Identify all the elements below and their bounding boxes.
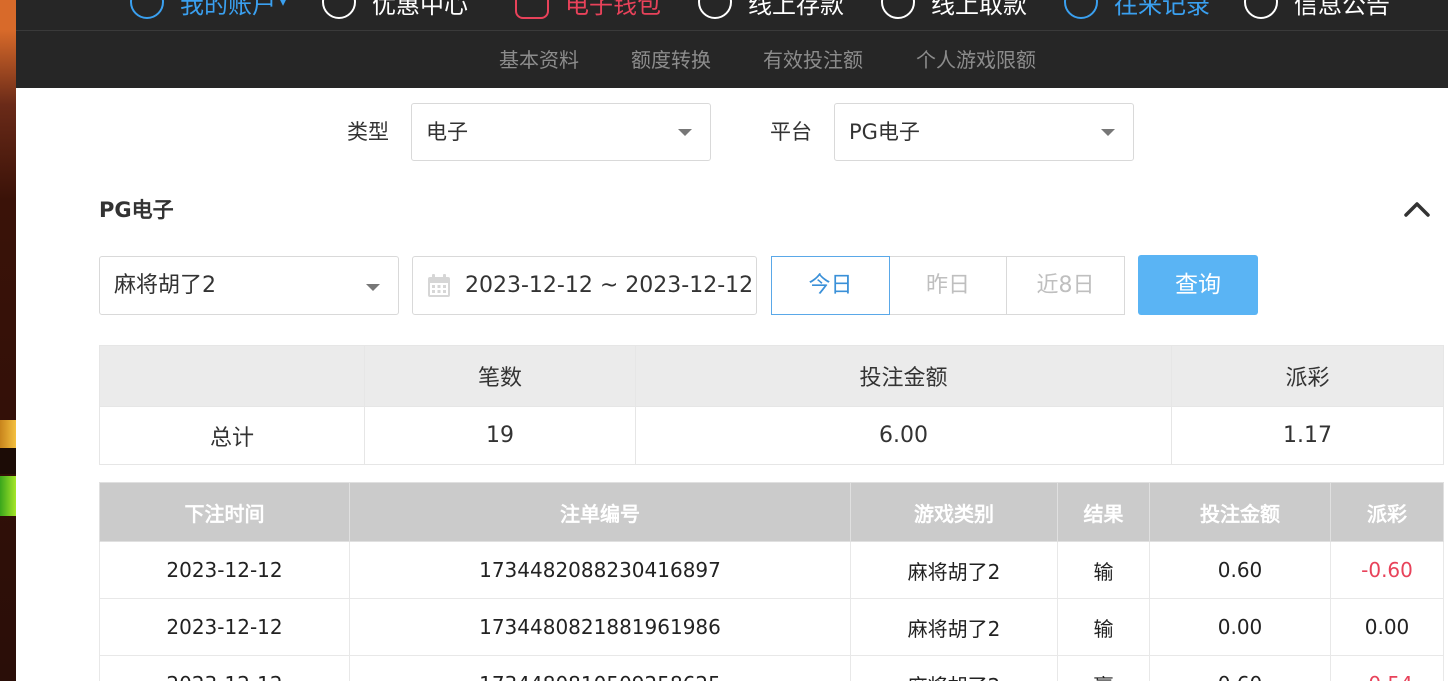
bet-result: 赢 [1057, 655, 1150, 681]
header-bet-time: 下注时间 [99, 482, 350, 542]
nav-label: 我的账户 [180, 0, 276, 19]
range-today-button[interactable]: 今日 [771, 256, 890, 315]
bet-payout: 0.00 [1330, 598, 1444, 656]
bet-amount: 0.60 [1149, 541, 1331, 599]
chevron-down-icon: ▾ [280, 0, 287, 9]
building-icon [322, 0, 356, 19]
subnav-basic-info[interactable]: 基本资料 [499, 31, 579, 89]
type-select-value: 电子 [426, 120, 468, 144]
platform-select-value: PG电子 [849, 120, 920, 144]
summary-header-count: 笔数 [364, 345, 636, 407]
nav-label: 往来记录 [1114, 0, 1210, 19]
nav-online-deposit[interactable]: 线上存款 [698, 0, 844, 22]
platform-select[interactable]: PG电子 [834, 103, 1134, 161]
game-type: 麻将胡了2 [850, 655, 1058, 681]
bell-icon [1244, 0, 1278, 19]
top-nav: 我的账户 ▾ 优惠中心 电子钱包 线上存款 线上取款 往来记录 信息公告 [16, 0, 1448, 30]
background-deco [0, 476, 16, 516]
summary-header-empty [99, 345, 365, 407]
summary-table: 笔数 投注金额 派彩 总计 19 6.00 1.17 [99, 345, 1444, 465]
bet-time: 2023-12-12 [99, 598, 350, 656]
nav-announcements[interactable]: 信息公告 [1244, 0, 1390, 22]
bet-detail-table: 下注时间 注单编号 游戏类别 结果 投注金额 派彩 2023-12-12 173… [99, 482, 1444, 681]
background-game-strip [0, 0, 16, 681]
summary-header-row: 笔数 投注金额 派彩 [99, 345, 1444, 407]
header-payout: 派彩 [1330, 482, 1444, 542]
bet-payout: -0.54 [1330, 655, 1444, 681]
summary-header-bet: 投注金额 [635, 345, 1172, 407]
nav-e-wallet[interactable]: 电子钱包 [515, 0, 661, 22]
bet-id: 1734482088230416897 [349, 541, 851, 599]
chevron-down-icon [678, 129, 692, 136]
range-yesterday-button[interactable]: 昨日 [889, 256, 1007, 315]
section-title: PG电子 [99, 198, 174, 222]
game-type: 麻将胡了2 [850, 541, 1058, 599]
header-bet-id: 注单编号 [349, 482, 851, 542]
date-range-input[interactable]: 2023-12-12 ~ 2023-12-12 [412, 256, 757, 315]
bet-result: 输 [1057, 598, 1150, 656]
nav-promotions[interactable]: 优惠中心 [322, 0, 468, 22]
date-range-value: 2023-12-12 ~ 2023-12-12 [465, 273, 754, 298]
summary-header-payout: 派彩 [1171, 345, 1444, 407]
table-row: 2023-12-12 1734482088230416897 麻将胡了2 输 0… [99, 541, 1444, 599]
summary-bet: 6.00 [635, 406, 1172, 465]
platform-label: 平台 [770, 120, 812, 144]
bet-time: 2023-12-12 [99, 541, 350, 599]
page-root: 我的账户 ▾ 优惠中心 电子钱包 线上存款 线上取款 往来记录 信息公告 基本资… [0, 0, 1448, 681]
wallet-icon [515, 0, 549, 19]
user-icon [130, 0, 164, 19]
nav-online-withdraw[interactable]: 线上取款 [881, 0, 1027, 22]
summary-payout: 1.17 [1171, 406, 1444, 465]
summary-row: 总计 19 6.00 1.17 [99, 406, 1444, 465]
game-select-value: 麻将胡了2 [114, 273, 216, 298]
query-button[interactable]: 查询 [1138, 255, 1258, 315]
subnav-game-limits[interactable]: 个人游戏限额 [916, 31, 1036, 89]
bet-payout: -0.60 [1330, 541, 1444, 599]
background-deco [0, 448, 16, 474]
header-result: 结果 [1057, 482, 1150, 542]
chevron-down-icon [366, 284, 380, 291]
bet-id: 1734480810509258625 [349, 655, 851, 681]
bet-amount: 0.60 [1149, 655, 1331, 681]
calendar-icon [428, 274, 450, 297]
range-last-8-days-button[interactable]: 近8日 [1006, 256, 1125, 315]
background-deco [0, 420, 16, 450]
header-game-type: 游戏类别 [850, 482, 1058, 542]
game-select[interactable]: 麻将胡了2 [99, 256, 399, 315]
subnav-valid-bets[interactable]: 有效投注额 [763, 31, 863, 89]
nav-label: 线上取款 [931, 0, 1027, 19]
bet-time: 2023-12-12 [99, 655, 350, 681]
deposit-icon [698, 0, 732, 19]
nav-label: 信息公告 [1294, 0, 1390, 19]
nav-transaction-records[interactable]: 往来记录 [1064, 0, 1210, 22]
chevron-up-icon[interactable] [1404, 199, 1430, 219]
summary-total-label: 总计 [99, 406, 365, 465]
record-icon [1064, 0, 1098, 19]
detail-header-row: 下注时间 注单编号 游戏类别 结果 投注金额 派彩 [99, 482, 1444, 542]
bet-amount: 0.00 [1149, 598, 1331, 656]
bet-id: 1734480821881961986 [349, 598, 851, 656]
sub-nav: 基本资料 额度转换 有效投注额 个人游戏限额 [16, 30, 1448, 88]
nav-label: 线上存款 [748, 0, 844, 19]
table-row: 2023-12-12 1734480810509258625 麻将胡了2 赢 0… [99, 655, 1444, 681]
chevron-down-icon [1101, 129, 1115, 136]
type-select[interactable]: 电子 [411, 103, 711, 161]
subnav-balance-transfer[interactable]: 额度转换 [631, 31, 711, 89]
nav-my-account[interactable]: 我的账户 ▾ [130, 0, 286, 22]
header-bet-amount: 投注金额 [1149, 482, 1331, 542]
nav-label: 电子钱包 [565, 0, 661, 19]
withdraw-icon [881, 0, 915, 19]
table-row: 2023-12-12 1734480821881961986 麻将胡了2 输 0… [99, 598, 1444, 656]
game-type: 麻将胡了2 [850, 598, 1058, 656]
type-label: 类型 [347, 120, 389, 144]
nav-label: 优惠中心 [372, 0, 468, 19]
summary-count: 19 [364, 406, 636, 465]
bet-result: 输 [1057, 541, 1150, 599]
